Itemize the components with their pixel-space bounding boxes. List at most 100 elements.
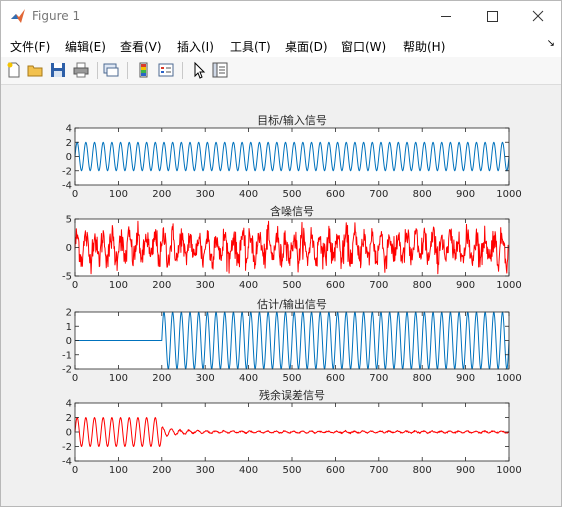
y-tick-label: 2: [66, 138, 72, 149]
menu-desktop[interactable]: 桌面(D): [285, 38, 328, 55]
menu-file[interactable]: 文件(F): [10, 38, 50, 55]
x-tick-label: 1000: [496, 189, 521, 200]
x-tick-label: 1000: [496, 280, 521, 291]
y-tick-label: -2: [62, 166, 72, 177]
toolbar-separator: [97, 62, 98, 79]
x-tick-label: 800: [413, 189, 432, 200]
x-tick-label: 900: [456, 189, 475, 200]
edit-plot-icon[interactable]: [190, 61, 208, 79]
toolbar-separator: [182, 62, 183, 79]
x-tick-label: 0: [72, 189, 78, 200]
link-plot-icon[interactable]: [102, 61, 120, 79]
x-tick-label: 200: [152, 373, 171, 384]
menu-bar: 文件(F) 编辑(E) 查看(V) 插入(I) 工具(T) 桌面(D) 窗口(W…: [1, 32, 561, 57]
subplot-2: 含噪信号0 100 200 300 400 500 600 700 800 900 100050-5: [62, 204, 522, 291]
x-tick-label: 600: [326, 373, 345, 384]
y-tick-label: 0: [66, 428, 72, 439]
y-tick-label: 0: [66, 152, 72, 163]
x-tick-label: 200: [152, 189, 171, 200]
x-tick-label: 0: [72, 465, 78, 476]
window-title: Figure 1: [32, 9, 81, 23]
x-tick-label: 100: [109, 189, 128, 200]
x-tick-label: 400: [239, 280, 258, 291]
insert-colorbar-icon[interactable]: [135, 61, 153, 79]
x-tick-label: 100: [109, 280, 128, 291]
x-tick-label: 1000: [496, 465, 521, 476]
menu-help[interactable]: 帮助(H): [403, 38, 445, 55]
menu-view[interactable]: 查看(V): [120, 38, 162, 55]
x-tick-label: 100: [109, 373, 128, 384]
x-tick-label: 400: [239, 373, 258, 384]
x-tick-label: 900: [456, 280, 475, 291]
chart-title: 估计/输出信号: [257, 297, 327, 311]
x-tick-label: 1000: [496, 373, 521, 384]
menu-edit[interactable]: 编辑(E): [65, 38, 106, 55]
x-tick-label: 500: [282, 189, 301, 200]
menu-overflow-icon[interactable]: ↘: [547, 38, 555, 49]
x-tick-label: 600: [326, 189, 345, 200]
figure-canvas: 目标/输入信号 0 100 200 300 400 500 600 700 800 900 1000 4…: [1, 85, 561, 506]
subplot-1: 目标/输入信号 0 100 200 300 400 500 600 700 800 900 1000 4…: [62, 113, 522, 200]
subplot-4: 残余误差信号 0 100 200 300 400 500 600 700 800 900 1000 4 2…: [62, 388, 522, 476]
x-tick-label: 300: [196, 465, 215, 476]
plots-area: 目标/输入信号0 100 200 300 400 500 600 700 800 900 10004…: [62, 113, 522, 476]
x-tick-label: 0: [72, 373, 78, 384]
x-tick-label: 900: [456, 373, 475, 384]
menu-insert[interactable]: 插入(I): [177, 38, 214, 55]
x-tick-label: 700: [369, 280, 388, 291]
x-tick-label: 700: [369, 373, 388, 384]
y-tick-label: 5: [66, 215, 72, 226]
y-tick-label: 1: [66, 322, 72, 333]
y-tick-label: 0: [66, 243, 72, 254]
minimize-icon[interactable]: [423, 1, 469, 32]
insert-legend-icon[interactable]: [157, 61, 175, 79]
toolbar: [1, 57, 561, 85]
x-tick-label: 400: [239, 465, 258, 476]
x-tick-label: 500: [282, 280, 301, 291]
close-icon[interactable]: [515, 1, 561, 32]
toolbar-separator: [127, 62, 128, 79]
y-tick-label: -1: [62, 350, 72, 361]
x-tick-label: 300: [196, 373, 215, 384]
menu-window[interactable]: 窗口(W): [341, 38, 386, 55]
property-inspector-icon[interactable]: [211, 61, 229, 79]
x-tick-label: 400: [239, 189, 258, 200]
y-tick-label: -4: [62, 181, 72, 192]
y-tick-label: 2: [66, 413, 72, 424]
x-tick-label: 200: [152, 280, 171, 291]
title-bar: Figure 1: [1, 1, 561, 32]
matlab-logo-icon: [11, 9, 25, 23]
x-tick-label: 200: [152, 465, 171, 476]
chart-title: 含噪信号: [270, 204, 314, 218]
chart-title: 残余误差信号: [259, 388, 325, 402]
y-tick-label: 2: [66, 308, 72, 319]
x-tick-label: 600: [326, 280, 345, 291]
y-tick-label: 4: [66, 124, 72, 135]
print-icon[interactable]: [72, 61, 90, 79]
save-icon[interactable]: [49, 61, 67, 79]
x-tick-label: 600: [326, 465, 345, 476]
y-tick-label: 4: [66, 399, 72, 410]
x-tick-label: 500: [282, 465, 301, 476]
maximize-icon[interactable]: [469, 1, 515, 32]
x-tick-label: 0: [72, 280, 78, 291]
subplot-3: 估计/输出信号 0 100 200 300 400 500 600 700 800 900 1000 2…: [62, 297, 522, 384]
y-tick-label: 0: [66, 336, 72, 347]
x-tick-label: 700: [369, 465, 388, 476]
chart-title: 目标/输入信号: [257, 113, 327, 127]
y-tick-label: -2: [62, 365, 72, 376]
x-tick-label: 300: [196, 280, 215, 291]
x-tick-label: 300: [196, 189, 215, 200]
y-tick-label: -5: [62, 272, 72, 283]
x-tick-label: 800: [413, 465, 432, 476]
x-tick-label: 900: [456, 465, 475, 476]
x-tick-label: 700: [369, 189, 388, 200]
x-tick-label: 800: [413, 280, 432, 291]
new-figure-icon[interactable]: [5, 61, 23, 79]
x-tick-label: 800: [413, 373, 432, 384]
menu-tools[interactable]: 工具(T): [230, 38, 271, 55]
figure-window: Figure 1 文件(F) 编辑(E) 查看(V) 插入(I) 工具(T) 桌…: [0, 0, 562, 507]
open-file-icon[interactable]: [26, 61, 44, 79]
x-tick-label: 500: [282, 373, 301, 384]
y-tick-label: -4: [62, 457, 72, 468]
